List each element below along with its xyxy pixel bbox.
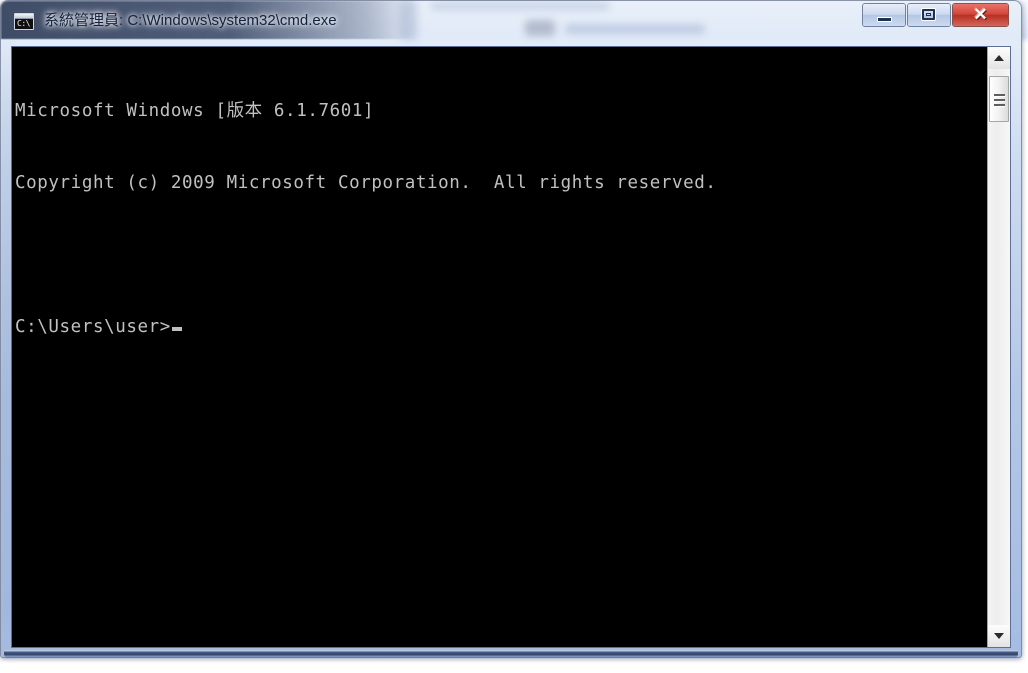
scrollbar-up-button[interactable] (988, 47, 1010, 69)
close-icon: ✕ (973, 5, 988, 24)
minimize-button[interactable] (862, 3, 906, 27)
scrollbar-track[interactable] (988, 69, 1010, 625)
restore-button[interactable] (907, 3, 951, 27)
scrollbar-grip-line (994, 94, 1005, 96)
minimize-icon (877, 17, 892, 22)
window-titlebar[interactable]: C:\ 系統管理員: C:\Windows\system32\cmd.exe ✕ (0, 0, 1022, 40)
console-scrollbar[interactable] (987, 47, 1010, 647)
chevron-down-icon (994, 633, 1004, 639)
minimize-button-face (863, 4, 905, 26)
console-output: Microsoft Windows [版本 6.1.7601] Copyrigh… (15, 51, 983, 387)
close-button[interactable]: ✕ (952, 3, 1009, 27)
chevron-up-icon (994, 55, 1004, 61)
scrollbar-grip-line (994, 104, 1005, 106)
scrollbar-thumb[interactable] (989, 76, 1009, 122)
cmd-console-icon[interactable]: C:\ (14, 13, 34, 30)
window-title: 系統管理員: C:\Windows\system32\cmd.exe (44, 12, 337, 29)
cmd-icon-prompt-glyph: C:\ (17, 19, 30, 28)
console-line: Copyright (c) 2009 Microsoft Corporation… (15, 173, 717, 193)
console-line: Microsoft Windows [版本 6.1.7601] (15, 101, 375, 121)
command-prompt-window: C:\ 系統管理員: C:\Windows\system32\cmd.exe ✕… (0, 0, 1022, 658)
console-prompt: C:\Users\user> (15, 317, 171, 337)
console-client-area[interactable]: Microsoft Windows [版本 6.1.7601] Copyrigh… (11, 46, 1011, 648)
scrollbar-down-button[interactable] (988, 625, 1010, 647)
console-cursor (171, 327, 182, 331)
window-bottom-frame (4, 650, 1018, 658)
console-prompt-line: C:\Users\user> (15, 315, 983, 339)
scrollbar-grip-line (994, 99, 1005, 101)
restore-icon (922, 9, 935, 20)
